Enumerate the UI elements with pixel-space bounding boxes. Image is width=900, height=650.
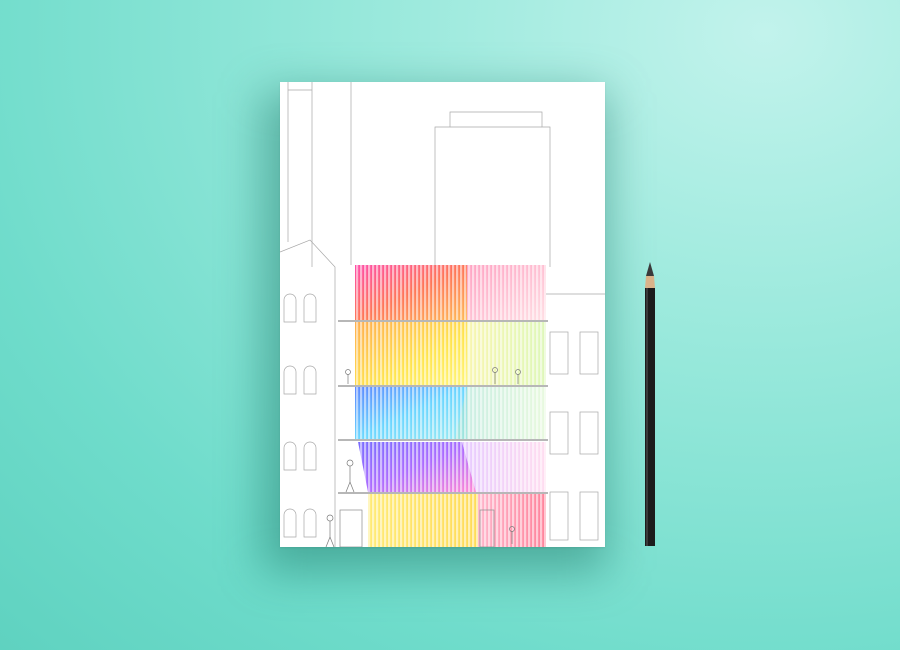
pencil (643, 262, 657, 546)
mockup-scene (0, 0, 900, 650)
pencil-icon (645, 262, 655, 546)
facade-illustration (280, 82, 605, 547)
architectural-drawing-sheet (280, 82, 605, 547)
